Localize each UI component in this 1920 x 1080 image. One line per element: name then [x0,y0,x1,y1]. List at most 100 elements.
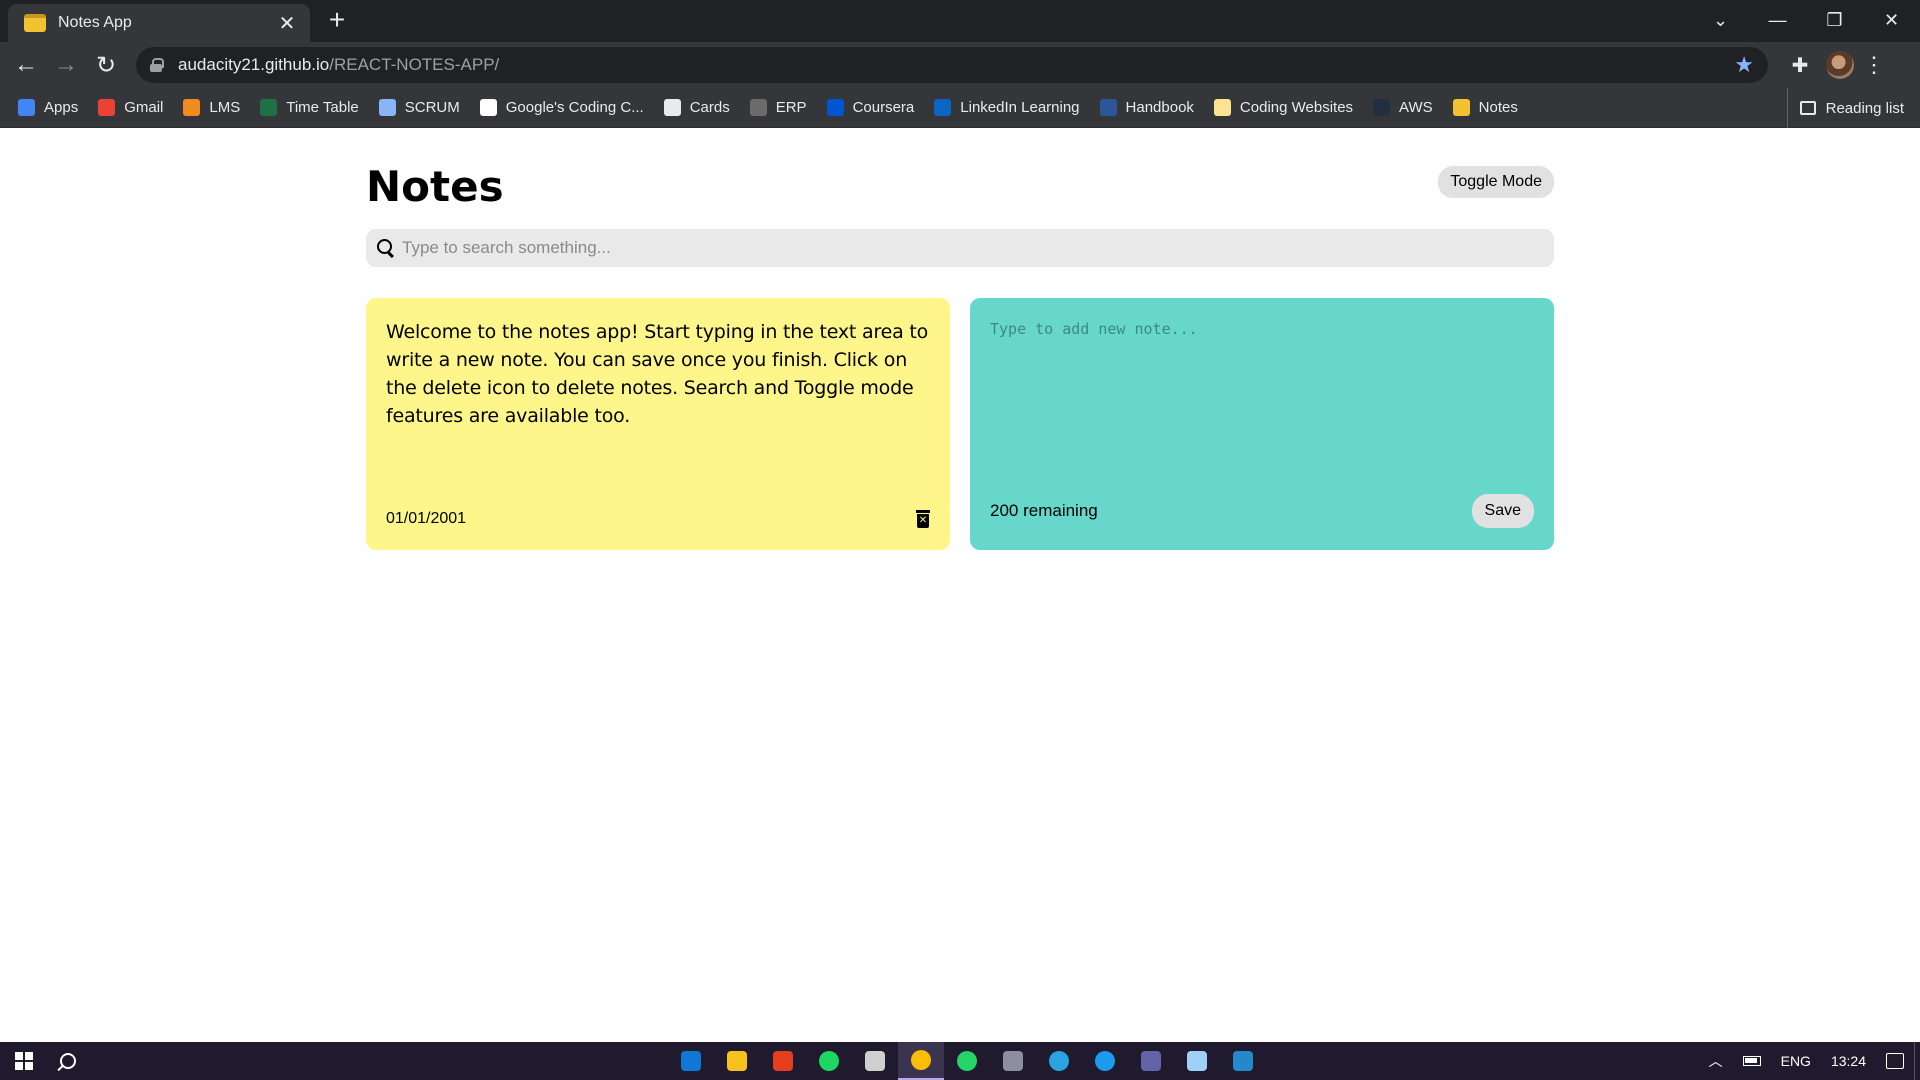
bookmark-google[interactable]: Google's Coding C... [479,99,644,116]
bookmark-label: Google's Coding C... [505,99,644,116]
bookmark-label: SCRUM [404,99,460,116]
bookmark-coursera[interactable]: Coursera [826,99,915,116]
reading-list-label: Reading list [1825,99,1904,117]
url-text[interactable]: audacity21.github.io/REACT-NOTES-APP/ [178,55,1734,75]
linkedin-learning-icon [934,99,952,116]
teams-icon [1141,1051,1161,1071]
office-icon [773,1051,793,1071]
tab-search-chevron-icon[interactable]: ⌄ [1692,0,1749,40]
clock[interactable]: 13:24 [1831,1053,1866,1069]
notes-icon [1452,99,1470,116]
gear-icon [749,99,767,116]
lms-icon [183,99,201,116]
notifications-icon[interactable] [1886,1053,1904,1069]
taskbar-app-office[interactable] [760,1042,806,1080]
delete-trash-icon[interactable] [916,510,930,528]
disk-icon [1003,1051,1023,1071]
taskbar-app-mail-app[interactable] [668,1042,714,1080]
extensions-puzzle-icon[interactable]: ✚ [1782,47,1818,83]
bookmark-label: Apps [44,99,79,116]
bookmark-label: Time Table [286,99,359,116]
search-icon [60,1053,76,1069]
bookmark-aws[interactable]: AWS [1373,99,1433,116]
show-hidden-icons-chevron-icon[interactable]: ︿ [1709,1051,1723,1071]
taskbar-app-whatsapp[interactable] [944,1042,990,1080]
bookmark-label: Handbook [1125,99,1194,116]
bookmark-label: Gmail [124,99,164,116]
search-icon [376,238,396,258]
notes-list: Welcome to the notes app! Start typing i… [366,298,1554,550]
page-title: Notes [366,162,504,211]
bookmark-excel[interactable]: Time Table [260,99,359,116]
note-date: 01/01/2001 [386,510,467,527]
taskbar-app-disk[interactable] [990,1042,1036,1080]
forward-button[interactable]: → [46,45,86,85]
excel-icon [260,99,278,116]
start-button[interactable] [0,1042,48,1080]
bookmark-label: LMS [209,99,241,116]
bookmark-gear[interactable]: ERP [749,99,807,116]
notes-favicon-icon [24,14,46,32]
note-footer: 01/01/2001 [386,510,930,528]
tab-title: Notes App [58,14,132,31]
taskbar-app-settings[interactable] [852,1042,898,1080]
bookmark-folder[interactable]: Coding Websites [1213,99,1353,116]
minimize-button[interactable]: — [1749,0,1806,40]
reading-list-icon [1799,101,1816,115]
language-indicator[interactable]: ENG [1781,1053,1811,1069]
notes-app: Notes Toggle Mode Welcome to the notes a… [366,128,1554,550]
taskbar-app-twitter[interactable] [1082,1042,1128,1080]
new-note-textarea[interactable] [990,320,1534,470]
taskbar-search-button[interactable] [48,1042,88,1080]
taskbar-app-chrome[interactable] [898,1042,944,1080]
chrome-menu-icon[interactable]: ⋮ [1862,52,1886,78]
gmail-icon [98,99,116,116]
back-button[interactable]: ← [6,45,46,85]
reading-list-button[interactable]: Reading list [1786,88,1904,128]
profile-avatar[interactable] [1826,51,1854,79]
bookmark-lms[interactable]: LMS [183,99,240,116]
browser-tab-notes-app[interactable]: Notes App ✕ [8,4,310,42]
globe-icon [663,99,681,116]
bookmark-apps-grid[interactable]: Apps [18,99,78,116]
app-header: Notes Toggle Mode [366,162,1554,211]
close-tab-icon[interactable]: ✕ [276,11,298,36]
address-bar[interactable]: audacity21.github.io/REACT-NOTES-APP/ ★ [136,47,1768,83]
bookmark-star-icon[interactable]: ★ [1734,52,1754,78]
lock-icon[interactable] [150,58,164,72]
restore-button[interactable]: ❐ [1806,0,1863,40]
toggle-mode-button[interactable]: Toggle Mode [1438,166,1554,198]
save-button[interactable]: Save [1471,494,1534,528]
bookmark-label: Notes [1478,99,1518,116]
spotify-icon [819,1051,839,1071]
new-note-footer: 200 remaining Save [990,494,1534,528]
settings-icon [865,1051,885,1071]
vscode-icon [1233,1051,1253,1071]
bookmark-linkedin-learning[interactable]: LinkedIn Learning [934,99,1080,116]
mail-app-icon [681,1051,701,1071]
folder-icon [1213,99,1231,116]
taskbar-app-file-explorer[interactable] [714,1042,760,1080]
search-bar[interactable] [366,229,1554,267]
bookmark-label: Coursera [852,99,915,116]
taskbar-app-telegram[interactable] [1036,1042,1082,1080]
bookmark-word[interactable]: Handbook [1099,99,1194,116]
windows-taskbar: ︿ ENG 13:24 [0,1042,1920,1080]
coursera-icon [826,99,844,116]
bookmark-globe[interactable]: Cards [663,99,730,116]
reload-button[interactable]: ↻ [86,45,126,85]
bookmark-notes[interactable]: Notes [1452,99,1518,116]
taskbar-app-vscode[interactable] [1220,1042,1266,1080]
close-window-button[interactable]: ✕ [1863,0,1920,40]
bookmark-gmail[interactable]: Gmail [98,99,163,116]
new-tab-button[interactable]: + [322,6,352,36]
show-desktop-button[interactable] [1914,1042,1920,1080]
taskbar-app-spotify[interactable] [806,1042,852,1080]
search-input[interactable] [402,238,1544,258]
taskbar-app-notepad[interactable] [1174,1042,1220,1080]
windows-logo-icon [15,1052,33,1070]
browser-toolbar: ← → ↻ audacity21.github.io/REACT-NOTES-A… [0,42,1920,88]
battery-icon[interactable] [1742,1056,1761,1066]
taskbar-app-teams[interactable] [1128,1042,1174,1080]
bookmark-document[interactable]: SCRUM [378,99,460,116]
